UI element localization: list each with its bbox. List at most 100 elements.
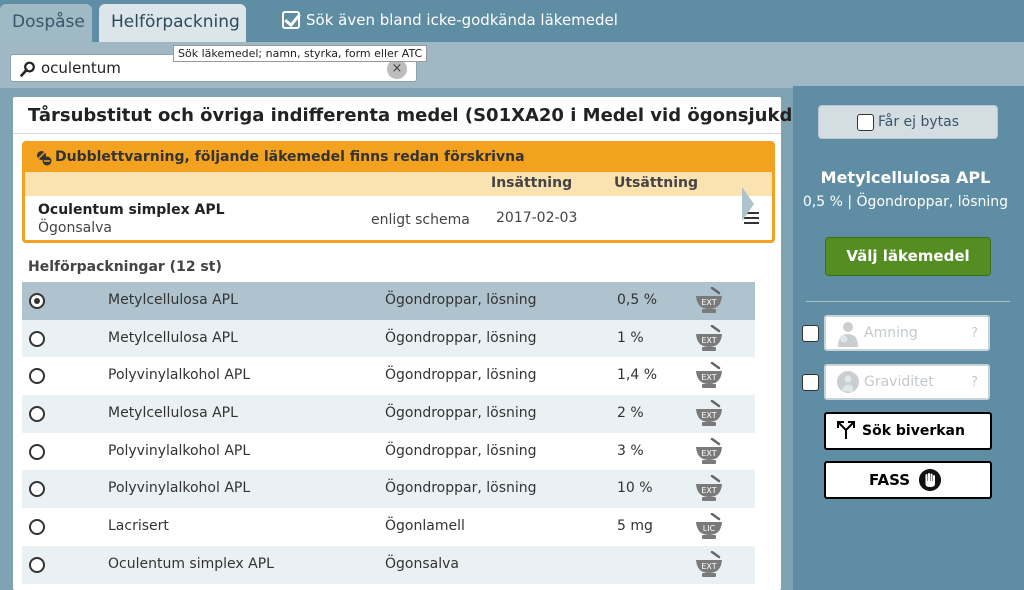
badge-text: EXT (701, 373, 716, 382)
table-row[interactable]: Lacrisert Ögonlamell 5 mg LIC (22, 508, 755, 546)
graviditet-label: Graviditet (864, 374, 934, 390)
row-drug-form: Ögonlamell (385, 518, 465, 535)
amning-help: ? (971, 326, 978, 341)
mortar-lic-icon: LIC (696, 513, 722, 540)
breastfeeding-icon (838, 322, 858, 347)
fass-label: FASS (869, 471, 911, 489)
table-row[interactable]: Metylcellulosa APL Ögondroppar, lösning … (22, 319, 755, 358)
warning-column-header: Insättning Utsättning (25, 172, 772, 196)
page-title: Tårsubstitut och övriga indifferenta med… (28, 105, 853, 126)
mortar-ext-icon: EXT (696, 400, 722, 427)
row-drug-form: Ögonsalva (385, 555, 459, 572)
amning-checkbox[interactable] (802, 325, 819, 342)
badge-text: EXT (701, 411, 716, 420)
tab-helforpackning[interactable]: Helförpackning (99, 4, 246, 42)
radio-button[interactable] (29, 481, 45, 498)
checkbox-checked-icon[interactable] (282, 11, 300, 29)
radio-button[interactable] (29, 556, 45, 573)
selected-drug-detail: 0,5 % | Ögondroppar, lösning (802, 194, 1009, 210)
row-drug-form: Ögondroppar, lösning (385, 405, 537, 422)
table-row[interactable]: Polyvinylalkohol APL Ögondroppar, lösnin… (22, 433, 755, 471)
warning-drug-name: Oculentum simplex APL (38, 202, 225, 218)
row-drug-name: Metylcellulosa APL (108, 405, 238, 422)
amning-label: Amning (864, 325, 918, 341)
clear-search-button[interactable]: × (387, 59, 407, 79)
branch-arrows-icon (837, 421, 855, 439)
side-divider (806, 301, 1010, 302)
duplicate-warning-box: Dubblettvarning, följande läkemedel finn… (22, 141, 775, 243)
row-drug-name: Polyvinylalkohol APL (108, 367, 251, 384)
row-strength: 3 % (617, 442, 644, 459)
mortar-ext-icon: EXT (696, 287, 722, 313)
row-drug-name: Polyvinylalkohol APL (108, 480, 251, 497)
row-strength: 5 mg (617, 518, 653, 535)
graviditet-help: ? (971, 375, 978, 390)
badge-text: EXT (701, 486, 716, 495)
hand-icon (919, 469, 941, 491)
amning-button[interactable]: Amning ? (824, 315, 990, 351)
row-drug-name: Polyvinylalkohol APL (108, 442, 251, 459)
package-list-heading: Helförpackningar (12 st) (28, 259, 222, 275)
no-swap-toggle[interactable]: Får ej bytas (818, 105, 998, 139)
radio-selected[interactable] (29, 293, 45, 309)
selected-row-pointer (742, 187, 754, 221)
mortar-ext-icon: EXT (696, 324, 722, 351)
graviditet-button[interactable]: Graviditet ? (824, 364, 990, 400)
search-side-effects-button[interactable]: Sök biverkan (824, 412, 992, 450)
row-drug-name: Lacrisert (108, 518, 169, 535)
checkbox-icon[interactable] (856, 113, 874, 131)
graviditet-checkbox[interactable] (802, 374, 819, 391)
mortar-ext-icon: EXT (696, 362, 722, 389)
warning-schedule: enligt schema (371, 212, 470, 228)
radio-button[interactable] (29, 519, 45, 536)
row-drug-form: Ögondroppar, lösning (385, 329, 537, 346)
non-approved-toggle[interactable]: Sök även bland icke-godkända läkemedel (282, 8, 618, 32)
row-strength: 10 % (617, 480, 653, 497)
warning-text: Dubblettvarning, följande läkemedel finn… (55, 149, 525, 165)
row-drug-form: Ögondroppar, lösning (385, 480, 537, 497)
pills-icon (37, 151, 52, 166)
radio-button[interactable] (29, 368, 45, 385)
choose-drug-button[interactable]: Välj läkemedel (825, 237, 991, 276)
row-drug-name: Metylcellulosa APL (108, 329, 238, 346)
package-list: Metylcellulosa APL Ögondroppar, lösning … (22, 282, 755, 584)
warning-insattning-date: 2017-02-03 (496, 210, 578, 226)
row-strength: 1,4 % (617, 367, 658, 384)
badge-text: EXT (701, 562, 716, 571)
top-tab-bar: Dospåse Helförpackning Sök även bland ic… (0, 0, 1024, 42)
fass-button[interactable]: FASS (824, 461, 992, 499)
amning-row: Amning ? (802, 315, 1012, 351)
row-strength: 2 % (617, 405, 644, 422)
badge-text: EXT (701, 449, 716, 458)
side-panel: Får ej bytas Metylcellulosa APL 0,5 % | … (793, 86, 1024, 590)
badge-text: LIC (703, 524, 716, 533)
row-drug-form: Ögondroppar, lösning (385, 292, 537, 308)
graviditet-row: Graviditet ? (802, 364, 1012, 400)
pregnancy-icon (837, 371, 859, 393)
selected-drug-name: Metylcellulosa APL (820, 168, 991, 187)
badge-text: EXT (701, 298, 716, 307)
main-panel: Tårsubstitut och övriga indifferenta med… (13, 97, 853, 590)
warning-drug-form: Ögonsalva (38, 220, 112, 236)
radio-button[interactable] (29, 443, 45, 460)
table-row[interactable]: Polyvinylalkohol APL Ögondroppar, lösnin… (22, 357, 755, 395)
mortar-ext-icon: EXT (696, 437, 722, 464)
badge-text: EXT (701, 336, 716, 345)
no-swap-label: Får ej bytas (877, 114, 960, 130)
tab-dospase[interactable]: Dospåse (0, 4, 92, 42)
non-approved-label: Sök även bland icke-godkända läkemedel (306, 11, 618, 29)
table-row[interactable]: Polyvinylalkohol APL Ögondroppar, lösnin… (22, 470, 755, 509)
side-effects-label: Sök biverkan (862, 423, 965, 439)
table-row[interactable]: Oculentum simplex APL Ögonsalva EXT (22, 545, 755, 584)
table-row[interactable]: Metylcellulosa APL Ögondroppar, lösning … (22, 282, 755, 320)
row-strength: 1 % (617, 329, 644, 346)
row-drug-form: Ögondroppar, lösning (385, 442, 537, 459)
table-row[interactable]: Metylcellulosa APL Ögondroppar, lösning … (22, 395, 755, 433)
row-drug-name: Metylcellulosa APL (108, 292, 238, 308)
mortar-ext-icon: EXT (696, 550, 722, 577)
radio-button[interactable] (29, 406, 45, 423)
row-strength: 0,5 % (617, 292, 658, 308)
warning-header: Dubblettvarning, följande läkemedel finn… (25, 144, 772, 172)
row-drug-name: Oculentum simplex APL (108, 555, 274, 572)
radio-button[interactable] (29, 330, 45, 347)
